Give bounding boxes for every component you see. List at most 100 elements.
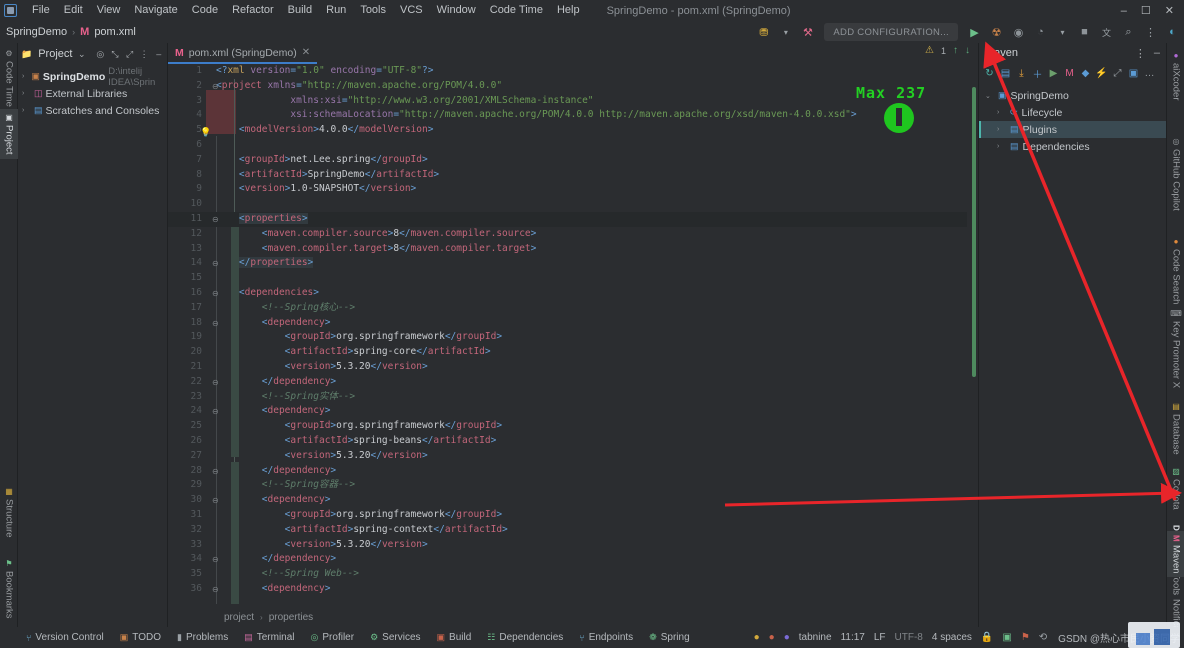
maximize-button[interactable]: ☐ (1141, 4, 1151, 17)
lock-icon[interactable]: 🔒 (981, 632, 993, 643)
tree-item-external-libraries[interactable]: › ◫ External Libraries (18, 85, 167, 102)
expand-arrow-icon[interactable]: › (997, 126, 1006, 133)
codota-status-icon[interactable]: ● (769, 632, 775, 643)
chevron-down-icon[interactable]: ⌄ (76, 47, 87, 61)
fold-marker-24[interactable]: ⊖ (212, 407, 219, 416)
editor-tab-pom-xml[interactable]: M pom.xml (SpringDemo) ✕ (168, 43, 318, 64)
fold-marker-16[interactable]: ⊖ (212, 289, 219, 298)
maven-tree-item-plugins[interactable]: › ▤ Plugins (979, 121, 1166, 138)
add-maven-project-icon[interactable]: ＋ (1030, 65, 1045, 81)
maven-tree-item-lifecycle[interactable]: › ⟳ Lifecycle (979, 104, 1166, 121)
sidebar-item-database[interactable]: ▤ Database (1167, 398, 1184, 459)
menu-window[interactable]: Window (430, 0, 483, 21)
code-line-21[interactable]: 21 <version>5.3.20</version> (168, 360, 978, 375)
menu-navigate[interactable]: Navigate (127, 0, 184, 21)
status-tool-spring[interactable]: ❁ Spring (641, 632, 697, 643)
code-line-32[interactable]: 32 <artifactId>spring-context</artifactI… (168, 523, 978, 538)
sidebar-item-code-search[interactable]: ● Code Search (1167, 233, 1184, 308)
status-tool-build[interactable]: ▣ Build (429, 632, 480, 643)
line-separator[interactable]: LF (874, 632, 886, 643)
stop-icon[interactable]: ■ (1075, 23, 1094, 42)
code-line-33[interactable]: 33 <version>5.3.20</version> (168, 538, 978, 553)
code-line-36[interactable]: 36 <dependency> (168, 582, 978, 597)
code-line-6[interactable]: 6 (168, 138, 978, 153)
collapse-all-icon[interactable]: ⤢ (124, 47, 135, 61)
code-line-19[interactable]: 19 <groupId>org.springframework</groupId… (168, 330, 978, 345)
maven-tree-item-dependencies[interactable]: › ▤ Dependencies (979, 138, 1166, 155)
close-icon[interactable]: ✕ (302, 47, 310, 58)
run-coverage-icon[interactable]: ◉ (1009, 23, 1028, 42)
menu-view[interactable]: View (90, 0, 128, 21)
code-line-1[interactable]: 1 <?xml version="1.0" encoding="UTF-8"?> (168, 64, 978, 79)
profiler-icon[interactable]: ◔ (1031, 23, 1050, 42)
menu-edit[interactable]: Edit (57, 0, 90, 21)
sidebar-item-key-promoter-x[interactable]: ⌨ Key Promoter X (1167, 305, 1184, 392)
panel-options-icon[interactable]: ⋮ (1135, 47, 1146, 60)
expand-all-icon[interactable]: ⤡ (110, 47, 121, 61)
code-line-4[interactable]: 4 xsi:schemaLocation="http://maven.apach… (168, 108, 978, 123)
fold-marker-22[interactable]: ⊖ (212, 378, 219, 387)
expand-arrow-icon[interactable]: › (997, 143, 1006, 150)
code-line-13[interactable]: 13 <maven.compiler.target>8</maven.compi… (168, 242, 978, 257)
run-maven-build-icon[interactable]: ▶ (1046, 65, 1061, 81)
reload-project-icon[interactable]: ↻ (982, 65, 997, 81)
code-line-26[interactable]: 26 <artifactId>spring-beans</artifactId> (168, 434, 978, 449)
sidebar-item-maven[interactable]: M Maven (1167, 531, 1184, 578)
expand-all-icon[interactable]: ⤢ (1110, 65, 1125, 81)
hide-panel-icon[interactable]: – (1154, 47, 1160, 59)
next-highlight-icon[interactable]: ↓ (965, 45, 970, 56)
scrollbar-thumb[interactable] (972, 87, 976, 377)
maven-tree-item-springdemo[interactable]: ⌄ ▣ SpringDemo (979, 87, 1166, 104)
menu-code-time[interactable]: Code Time (483, 0, 550, 21)
fold-marker-14[interactable]: ⊖ (212, 259, 219, 268)
sidebar-item-code-time[interactable]: ⚙ Code Time (0, 45, 18, 111)
expand-arrow-icon[interactable]: › (22, 90, 31, 97)
code-line-27[interactable]: 27 <version>5.3.20</version> (168, 449, 978, 464)
sidebar-item-bookmarks[interactable]: ⚑ Bookmarks (0, 555, 18, 623)
chevron-down-icon[interactable]: ▾ (776, 23, 795, 42)
menu-help[interactable]: Help (550, 0, 587, 21)
tree-item-springdemo[interactable]: › ▣ SpringDemo D:\intelij IDEA\Sprin (18, 66, 167, 88)
status-tool-todo[interactable]: ▣ TODO (112, 632, 169, 643)
ide-help-icon[interactable]: ◐ (1163, 23, 1182, 42)
code-line-23[interactable]: 23 <!--Spring实体--> (168, 390, 978, 405)
code-line-34[interactable]: 34 </dependency> (168, 552, 978, 567)
code-line-35[interactable]: 35 <!--Spring Web--> (168, 567, 978, 582)
code-line-14[interactable]: 14 </properties> (168, 256, 978, 271)
debug-icon[interactable]: ☢ (987, 23, 1006, 42)
chevron-down-icon-2[interactable]: ▾ (1053, 23, 1072, 42)
sidebar-item-project[interactable]: ▣ Project (0, 109, 18, 159)
expand-arrow-icon[interactable]: › (997, 109, 1006, 116)
status-tool-terminal[interactable]: ▤ Terminal (236, 632, 302, 643)
editor-scrollbar[interactable] (967, 85, 978, 604)
tree-item-scratches[interactable]: › ▤ Scratches and Consoles (18, 102, 167, 119)
indent-setting[interactable]: 4 spaces (932, 632, 972, 643)
file-encoding[interactable]: UTF-8 (895, 632, 923, 643)
menu-run[interactable]: Run (319, 0, 353, 21)
sidebar-item-structure[interactable]: ▦ Structure (0, 483, 18, 542)
code-editor[interactable]: 💡 1 <?xml version="1.0" encoding="UTF-8"?… (168, 64, 978, 604)
search-everywhere-icon[interactable]: ⌕ (1119, 23, 1138, 42)
code-line-25[interactable]: 25 <groupId>org.springframework</groupId… (168, 419, 978, 434)
target-icon[interactable]: ◎ (95, 47, 106, 61)
status-tool-profiler[interactable]: ◎ Profiler (303, 632, 363, 643)
more-options-icon[interactable]: ⋮ (1141, 23, 1160, 42)
ide-error-icon[interactable]: ⚑ (1021, 632, 1030, 643)
menu-build[interactable]: Build (281, 0, 319, 21)
tabnine-label[interactable]: tabnine (799, 632, 832, 643)
code-line-10[interactable]: 10 (168, 197, 978, 212)
menu-file[interactable]: File (25, 0, 57, 21)
editor-breadcrumb-properties[interactable]: properties (269, 612, 313, 623)
code-line-5[interactable]: 5 <modelVersion>4.0.0</modelVersion> (168, 123, 978, 138)
sidebar-item-codota[interactable]: ▨ Codota (1167, 463, 1184, 514)
code-line-31[interactable]: 31 <groupId>org.springframework</groupId… (168, 508, 978, 523)
code-line-29[interactable]: 29 <!--Spring容器--> (168, 478, 978, 493)
code-line-24[interactable]: 24 <dependency> (168, 404, 978, 419)
code-line-12[interactable]: 12 <maven.compiler.source>8</maven.compi… (168, 227, 978, 242)
translate-icon[interactable]: 文 (1097, 23, 1116, 42)
menu-tools[interactable]: Tools (353, 0, 393, 21)
maven-goal-icon[interactable]: M (1062, 65, 1077, 81)
status-tool-endpoints[interactable]: ⑂ Endpoints (571, 632, 641, 643)
fold-marker-34[interactable]: ⊖ (212, 555, 219, 564)
code-line-16[interactable]: 16 <dependencies> (168, 286, 978, 301)
